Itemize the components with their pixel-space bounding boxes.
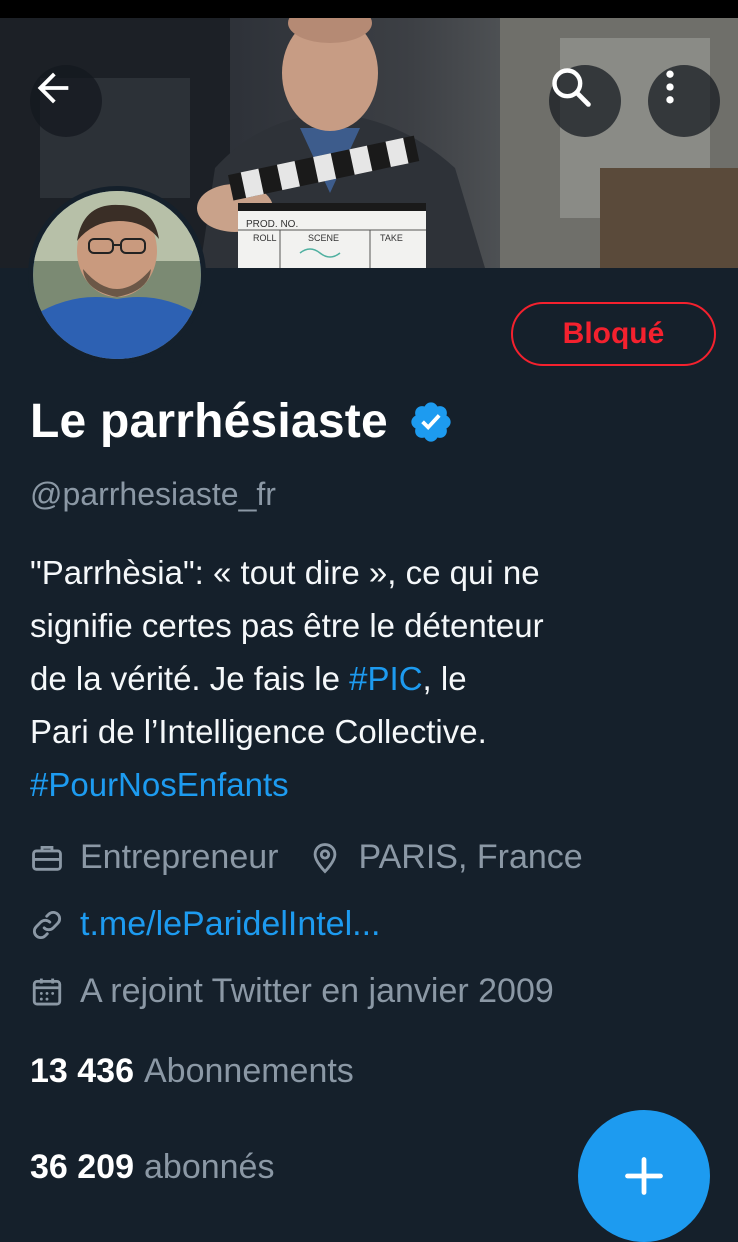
profession-text: Entrepreneur — [80, 838, 279, 876]
avatar[interactable] — [28, 186, 206, 364]
verified-badge-icon[interactable] — [408, 399, 454, 445]
more-options-button[interactable] — [648, 65, 720, 137]
location-text: PARIS, France — [358, 838, 583, 876]
profile-bio: "Parrhèsia": « tout dire », ce qui ne si… — [30, 546, 720, 811]
search-button[interactable] — [549, 65, 621, 137]
location: PARIS, France — [308, 838, 583, 877]
bio-line: de la vérité. Je fais le #PIC, le — [30, 652, 720, 705]
followers-stat[interactable]: 36 209 abonnés — [30, 1148, 274, 1187]
clapper-prod-no: PROD. NO. — [246, 219, 298, 230]
blocked-button[interactable]: Bloqué — [511, 302, 716, 366]
clapper-roll: ROLL — [253, 233, 277, 243]
joined-date-text: A rejoint Twitter en janvier 2009 — [80, 972, 554, 1010]
back-button[interactable] — [30, 65, 102, 137]
followers-label: abonnés — [144, 1148, 275, 1186]
clapper-scene: SCENE — [308, 233, 339, 243]
bio-line: signifie certes pas être le détenteur — [30, 607, 544, 644]
bio-text: , le — [422, 660, 467, 697]
plus-icon — [625, 1157, 663, 1195]
briefcase-icon — [30, 841, 64, 875]
profile-name-row: Le parrhésiaste — [30, 394, 454, 449]
clapper-take: TAKE — [380, 233, 403, 243]
profile-joined-row: A rejoint Twitter en janvier 2009 — [30, 972, 554, 1011]
profile-website-link[interactable]: t.me/leParidelIntel... — [80, 905, 380, 944]
following-stat[interactable]: 13 436 Abonnements — [30, 1052, 354, 1091]
bio-text: de la vérité. Je fais le — [30, 660, 350, 697]
bio-line: Pari de l’Intelligence Collective. — [30, 713, 487, 750]
followers-count: 36 209 — [30, 1148, 134, 1186]
profile-handle: @parrhesiaste_fr — [30, 476, 276, 512]
location-pin-icon — [308, 841, 342, 875]
search-icon — [552, 68, 591, 107]
hashtag-link-pic[interactable]: #PIC — [349, 660, 422, 697]
bio-line: "Parrhèsia": « tout dire », ce qui ne — [30, 554, 540, 591]
more-vertical-icon — [666, 70, 674, 104]
profile-meta-row: Entrepreneur PARIS, France — [30, 838, 583, 877]
following-count: 13 436 — [30, 1052, 134, 1090]
display-name: Le parrhésiaste — [30, 395, 388, 448]
hashtag-link-pournosenfants[interactable]: #PourNosEnfants — [30, 758, 720, 811]
following-label: Abonnements — [144, 1052, 354, 1090]
profile-link-row: t.me/leParidelIntel... — [30, 905, 380, 944]
link-icon — [30, 908, 64, 942]
status-bar — [0, 0, 738, 18]
avatar-photo — [33, 191, 201, 359]
compose-fab-button[interactable] — [578, 1110, 710, 1242]
calendar-icon — [30, 975, 64, 1009]
arrow-left-icon — [37, 72, 69, 104]
